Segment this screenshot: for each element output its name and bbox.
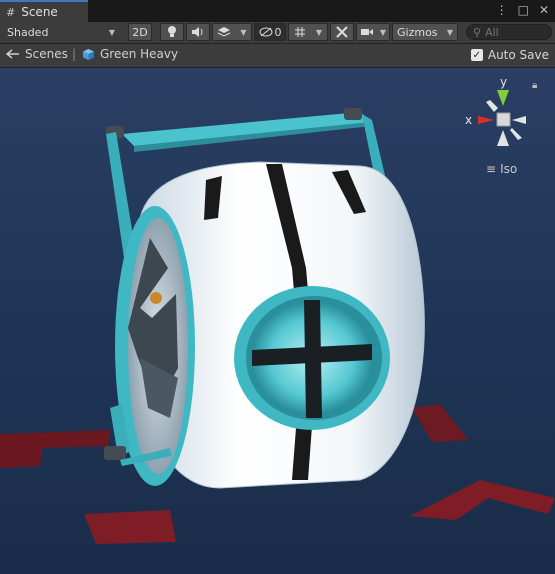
more-options-icon[interactable]: ⋮: [496, 3, 508, 17]
breadcrumb-object-label: Green Heavy: [100, 47, 179, 61]
search-icon: ⚲: [473, 25, 482, 39]
hidden-count: 0: [274, 25, 282, 39]
eye-hidden-icon: [259, 27, 272, 37]
scene-visibility-toggle[interactable]: 0: [254, 23, 286, 41]
maximize-icon[interactable]: □: [518, 3, 529, 17]
scene-viewport[interactable]: y x 🔒︎ ≡ Iso: [0, 68, 555, 574]
axis-y-label: y: [500, 75, 507, 89]
chevron-down-icon: ▼: [446, 27, 453, 37]
breadcrumb-separator: |: [72, 47, 77, 61]
gizmos-label: Gizmos: [397, 25, 438, 39]
breadcrumb-scenes-label: Scenes: [25, 47, 68, 61]
window-controls: ⋮ □ ✕: [496, 3, 549, 17]
autosave-toggle[interactable]: ✓ Auto Save: [470, 48, 549, 62]
shading-mode-label: Shaded: [7, 25, 49, 39]
breadcrumb-scenes[interactable]: Scenes: [6, 47, 68, 61]
autosave-checkbox[interactable]: ✓: [470, 49, 483, 61]
chevron-down-icon: ▼: [379, 27, 387, 37]
breadcrumb-object[interactable]: Green Heavy: [82, 47, 178, 61]
search-input[interactable]: [485, 25, 541, 39]
lightbulb-icon: [168, 26, 176, 37]
projection-toggle[interactable]: ≡ Iso: [486, 162, 517, 176]
projection-label: Iso: [500, 162, 518, 176]
grid-snap-icon: [294, 27, 305, 37]
tab-scene-label: Scene: [21, 5, 58, 19]
tab-scene[interactable]: # Scene: [0, 0, 88, 22]
camera-dropdown[interactable]: ▼: [356, 23, 390, 41]
gizmos-dropdown[interactable]: Gizmos ▼: [392, 23, 458, 41]
chevron-down-icon: ▼: [108, 27, 115, 37]
menu-lines-icon: ≡: [486, 162, 497, 176]
chevron-down-icon: ▼: [240, 27, 247, 37]
axis-x-label: x: [465, 113, 472, 127]
breadcrumb: Scenes | Green Heavy ✓ Auto Save: [0, 44, 555, 68]
prefab-cube-icon: [83, 48, 94, 60]
lock-icon[interactable]: 🔒︎: [532, 80, 537, 91]
chevron-down-icon: ▼: [315, 27, 323, 37]
speaker-icon: [192, 27, 203, 37]
back-arrow-icon: [6, 49, 19, 59]
scene-window: # Scene ⋮ □ ✕ Shaded ▼ 2D ▼ 0 ▼ ▼ Gizmos…: [0, 0, 555, 574]
tab-bar: # Scene ⋮ □ ✕: [0, 0, 555, 23]
robot-body: [115, 161, 425, 489]
toggle-2d-label: 2D: [132, 25, 148, 39]
scene-render: y x: [0, 68, 555, 574]
grid-snap-dropdown[interactable]: ▼: [288, 23, 328, 41]
scene-toolbar: Shaded ▼ 2D ▼ 0 ▼ ▼ Gizmos ▼ ⚲ All: [0, 22, 555, 44]
axis-center-cube[interactable]: [496, 112, 511, 127]
close-icon[interactable]: ✕: [539, 3, 549, 17]
grid-icon: #: [6, 5, 16, 19]
tools-icon: [336, 26, 348, 38]
shading-mode-dropdown[interactable]: Shaded ▼: [2, 23, 120, 41]
autosave-label: Auto Save: [487, 48, 549, 62]
camera-icon: [360, 29, 373, 35]
toggle-2d-button[interactable]: 2D: [128, 23, 152, 41]
audio-toggle-button[interactable]: [186, 23, 210, 41]
lighting-toggle-button[interactable]: [160, 23, 184, 41]
tools-button[interactable]: [330, 23, 354, 41]
layers-icon: [218, 27, 231, 37]
effects-dropdown[interactable]: ▼: [212, 23, 252, 41]
scene-search[interactable]: ⚲: [466, 24, 552, 40]
